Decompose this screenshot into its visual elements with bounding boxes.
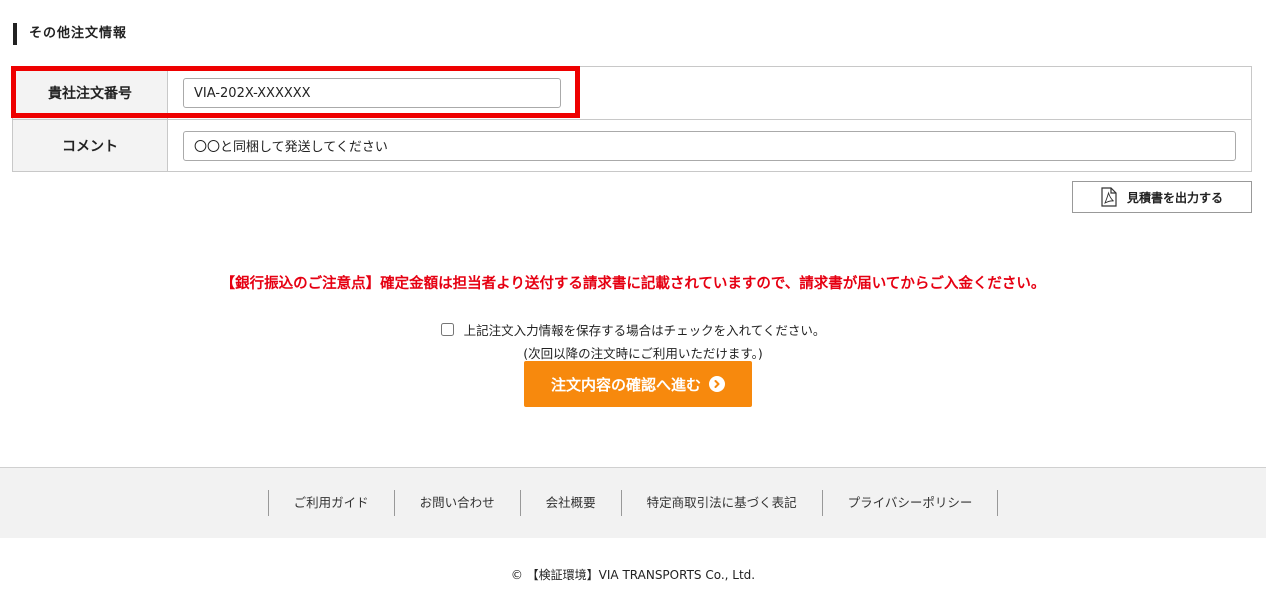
order-number-input[interactable] [183,78,561,108]
order-info-table: 貴社注文番号 コメント [12,66,1252,172]
save-info-option: 上記注文入力情報を保存する場合はチェックを入れてください。 [0,320,1266,339]
footer-link-guide[interactable]: ご利用ガイド [269,490,395,516]
footer-link-contact[interactable]: お問い合わせ [395,490,521,516]
footer-link-commerce-law[interactable]: 特定商取引法に基づく表記 [622,490,823,516]
save-info-note: (次回以降の注文時にご利用いただけます。) [523,346,763,361]
proceed-to-confirm-button[interactable]: 注文内容の確認へ進む [524,361,752,407]
comment-label: コメント [13,120,168,171]
comment-cell [168,120,1251,171]
order-number-row: 貴社注文番号 [13,67,1251,119]
section-title: その他注文情報 [13,23,127,45]
proceed-label: 注文内容の確認へ進む [550,375,701,394]
order-number-label: 貴社注文番号 [13,67,168,119]
export-quote-label: 見積書を出力する [1126,190,1223,205]
footer-nav: ご利用ガイド お問い合わせ 会社概要 特定商取引法に基づく表記 プライバシーポリ… [0,467,1266,538]
footer-link-company[interactable]: 会社概要 [521,490,622,516]
save-info-checkbox[interactable] [440,323,454,336]
footer-link-privacy[interactable]: プライバシーポリシー [823,490,999,516]
copyright: © 【検証環境】VIA TRANSPORTS Co., Ltd. [510,568,756,582]
comment-input[interactable] [183,130,1236,161]
comment-row: コメント [13,119,1251,171]
export-quote-button[interactable]: 見積書を出力する [1072,181,1252,213]
order-number-cell [168,67,1251,119]
save-info-label[interactable]: 上記注文入力情報を保存する場合はチェックを入れてください。 [464,320,826,339]
save-info-section: 上記注文入力情報を保存する場合はチェックを入れてください。 (次回以降の注文時に… [0,320,1266,362]
pdf-icon [1101,187,1117,207]
bank-transfer-notice: 【銀行振込のご注意点】確定金額は担当者より送付する請求書に記載されていますので、… [220,276,1046,292]
arrow-right-circle-icon [709,376,725,392]
footer-nav-list: ご利用ガイド お問い合わせ 会社概要 特定商取引法に基づく表記 プライバシーポリ… [267,490,999,516]
